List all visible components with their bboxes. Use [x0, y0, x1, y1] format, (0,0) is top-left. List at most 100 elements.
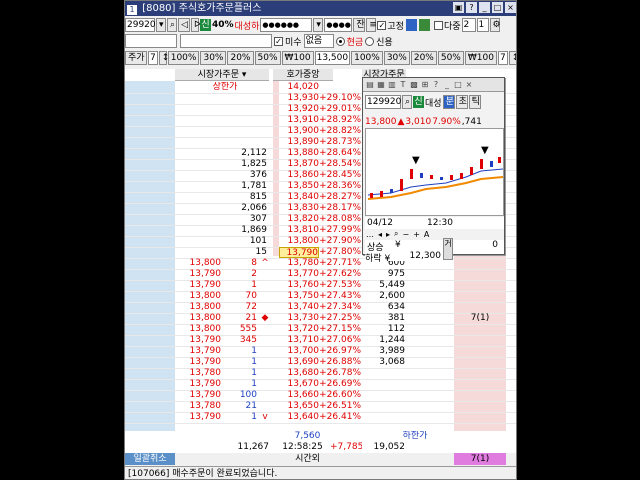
stock-dropdown-icon[interactable]: ▾: [156, 18, 166, 32]
mini-help-icon[interactable]: ?: [431, 80, 441, 90]
link-icon[interactable]: ▣: [453, 2, 464, 13]
down-marker-icon: ▼: [481, 145, 489, 156]
mini-volume: ,741: [461, 117, 482, 127]
center-header[interactable]: 호가중앙: [273, 69, 333, 81]
zoom-in-icon[interactable]: +: [413, 230, 420, 239]
table-icon[interactable]: ▥: [387, 80, 397, 90]
account-number-input[interactable]: ●●●●●●: [260, 18, 313, 32]
speaker-icon[interactable]: ◁: [178, 18, 190, 32]
bid-qty: 3,989: [379, 346, 405, 356]
multi-count-select[interactable]: 2: [461, 18, 476, 32]
tile-icon[interactable]: ▩: [409, 80, 419, 90]
password-input[interactable]: ●●●●: [324, 18, 353, 32]
right-pct-50[interactable]: 50%: [437, 51, 464, 65]
tick-qty: 1: [251, 357, 257, 367]
left-pct-20[interactable]: 20%: [227, 51, 254, 65]
help-icon[interactable]: ?: [466, 2, 477, 13]
center-price-input[interactable]: 13,500: [314, 51, 351, 65]
right-qty-input[interactable]: 7: [497, 51, 508, 65]
up-arrow-icon: ▲: [397, 117, 405, 127]
layout-icon-2[interactable]: [418, 19, 430, 31]
second-button[interactable]: 초: [455, 95, 468, 109]
scroll-left-icon[interactable]: ◂: [378, 230, 382, 239]
cancel-all-button[interactable]: 일괄취소: [125, 453, 175, 465]
ask-change-pct: +28.27%: [319, 192, 361, 202]
scroll-right-icon[interactable]: ▸: [386, 230, 390, 239]
arrow-icon[interactable]: ᐅ: [191, 18, 201, 32]
bid-change-pct: +27.34%: [319, 302, 361, 312]
multi-count-select-2[interactable]: 1: [476, 18, 489, 32]
credit-radio[interactable]: [365, 36, 375, 46]
search-icon[interactable]: ⌕: [167, 18, 177, 32]
balance-button[interactable]: 잔: [353, 18, 366, 32]
ask-price: 13,800: [287, 236, 320, 246]
ask-qty: 101: [249, 236, 267, 246]
fixed-checkbox[interactable]: ✓: [377, 20, 387, 30]
mini-chart-stock-row: 129920 ⌕ 신 대성 분 초 틱: [363, 92, 504, 112]
tick-price: 13,800: [189, 258, 222, 268]
mini-minimize-icon[interactable]: _: [442, 80, 452, 90]
ask-price: 13,870: [287, 159, 320, 169]
left-pct-30[interactable]: 30%: [200, 51, 227, 65]
text-icon[interactable]: T: [398, 80, 408, 90]
right-pct-100[interactable]: 100%: [351, 51, 383, 65]
left-pct-100[interactable]: 100%: [167, 51, 200, 65]
right-pct-30[interactable]: 30%: [383, 51, 410, 65]
bid-price: 13,750: [287, 291, 320, 301]
right-qty-stepper[interactable]: ↕: [508, 51, 516, 65]
moving-average-line: [367, 176, 504, 200]
credit-badge: 신: [200, 19, 211, 31]
mini-close-icon[interactable]: ×: [464, 80, 474, 90]
dots-icon[interactable]: …: [366, 230, 374, 239]
font-size-icon[interactable]: A: [424, 230, 429, 239]
right-pct-20[interactable]: 20%: [410, 51, 437, 65]
ask-price: 13,820: [287, 214, 320, 224]
copy-icon[interactable]: ▤: [365, 80, 375, 90]
tick-qty: 1: [251, 379, 257, 389]
close-icon[interactable]: ×: [505, 2, 516, 13]
pending-total[interactable]: 7(1): [454, 453, 506, 465]
ask-change-pct: +27.80%: [319, 247, 361, 257]
account-dropdown-icon[interactable]: ▾: [313, 18, 324, 32]
bid-price: 13,770: [287, 269, 320, 279]
maximize-icon[interactable]: □: [492, 2, 503, 13]
pin-icon[interactable]: ⊞: [420, 80, 430, 90]
zoom-icon[interactable]: ⌕: [394, 229, 398, 239]
cash-radio[interactable]: [335, 36, 345, 46]
bid-qty: 2,600: [379, 291, 405, 301]
multi-checkbox[interactable]: [433, 20, 443, 30]
mini-chart-area[interactable]: ▼ ▼: [365, 128, 504, 216]
tick-price: 13,790: [189, 390, 222, 400]
bid-change-pct: +27.43%: [319, 291, 361, 301]
settings-icon[interactable]: ⚙: [489, 18, 501, 32]
left-qty-input[interactable]: 7: [148, 51, 158, 65]
left-qty-stepper[interactable]: ↕: [158, 51, 169, 65]
tick-button[interactable]: 틱: [468, 95, 481, 109]
zoom-out-icon[interactable]: −: [403, 230, 410, 239]
left-blank-input[interactable]: [125, 34, 177, 48]
margin-rate: 40%: [212, 20, 234, 30]
bid-qty: 381: [387, 313, 405, 323]
menu-icon[interactable]: ≡: [366, 18, 377, 32]
mini-price: 13,800: [365, 117, 397, 127]
mini-search-icon[interactable]: ⌕: [402, 95, 412, 109]
tick-qty: 345: [239, 335, 257, 345]
account-name-input[interactable]: [180, 34, 272, 48]
layout-icon-1[interactable]: [405, 19, 417, 31]
mini-maximize-icon[interactable]: □: [453, 80, 463, 90]
grid-icon[interactable]: ▦: [376, 80, 386, 90]
quote-time: 12:58:25: [282, 442, 323, 452]
misu-checkbox[interactable]: ✓: [274, 36, 283, 46]
mini-stock-code[interactable]: 129920: [365, 95, 401, 109]
mini-side-button[interactable]: 거: [443, 238, 453, 260]
left-amount-100[interactable]: ₩100: [281, 51, 314, 65]
minimize-icon[interactable]: _: [479, 2, 490, 13]
right-amount-100[interactable]: ₩100: [464, 51, 497, 65]
candle: [460, 173, 463, 179]
left-market-order-header[interactable]: 시장가주문 ▾: [175, 69, 269, 81]
minute-button[interactable]: 분: [442, 95, 455, 109]
left-pct-50[interactable]: 50%: [254, 51, 281, 65]
ask-qty: 376: [249, 170, 267, 180]
misu-select[interactable]: 없음: [303, 34, 334, 48]
stock-code-input[interactable]: 29920: [125, 18, 156, 32]
